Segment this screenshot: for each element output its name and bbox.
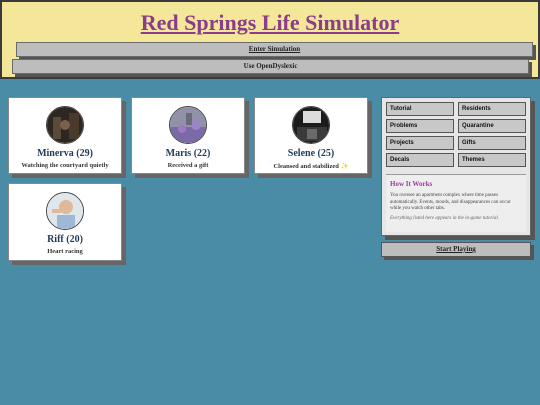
page-title: Red Springs Life Simulator [140,10,400,35]
how-it-works-text: You oversee an apartment complex where t… [390,193,511,211]
tab-gifts[interactable]: Gifts [458,136,526,150]
avatar [169,106,207,144]
header-banner: Red Springs Life Simulator Enter Simulat… [0,0,540,79]
tab-residents[interactable]: Residents [458,102,526,116]
resident-name: Selene (25) [287,148,335,159]
tab-quarantine[interactable]: Quarantine [458,119,526,133]
how-it-works-section: How It Works You oversee an apartment co… [386,174,526,232]
tab-themes[interactable]: Themes [458,153,526,167]
tab-tutorial[interactable]: Tutorial [386,102,454,116]
resident-status: Received a gift [167,162,209,169]
how-it-works-note: Everything listed here appears in the in… [390,215,499,221]
avatar [46,192,84,230]
start-playing-button[interactable]: Start Playing [381,242,531,257]
resident-card-maris[interactable]: Maris (22) Received a gift [131,97,245,174]
tab-problems[interactable]: Problems [386,119,454,133]
resident-status: Watching the courtyard quietly [21,162,109,169]
avatar [292,106,330,144]
avatar [46,106,84,144]
resident-card-riff[interactable]: Riff (20) Heart racing [8,183,122,261]
how-it-works-title: How It Works [390,180,433,188]
tab-decals[interactable]: Decals [386,153,454,167]
resident-card-minerva[interactable]: Minerva (29) Watching the courtyard quie… [8,97,122,174]
resident-card-selene[interactable]: Selene (25) Cleansed and stabilized ✨ [254,97,368,174]
side-panel: Tutorial Residents Problems Quarantine P… [381,97,531,236]
resident-name: Riff (20) [47,234,83,245]
resident-name: Minerva (29) [37,148,93,159]
enter-simulation-button[interactable]: Enter Simulation [16,42,533,57]
tab-projects[interactable]: Projects [386,136,454,150]
resident-name: Maris (22) [165,148,211,159]
resident-status: Cleansed and stabilized ✨ [273,163,349,170]
resident-status: Heart racing [47,248,83,255]
opendyslexic-button[interactable]: Use OpenDyslexic [12,59,529,74]
